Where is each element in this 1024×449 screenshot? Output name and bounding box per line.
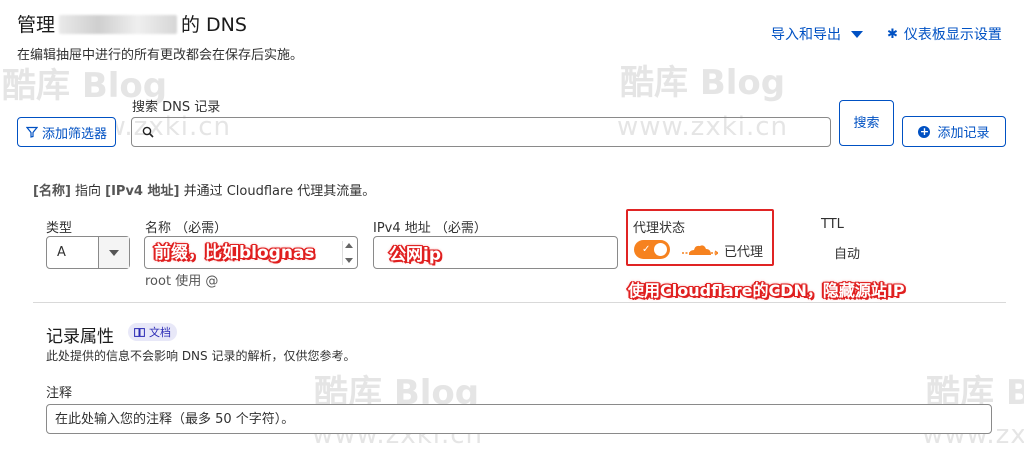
type-label: 类型 [46,221,73,236]
caret-up-icon [344,243,353,248]
ipv4-tag: [IPv4 地址] [105,184,180,199]
summary-text-2: 并通过 Cloudflare 代理其流量。 [179,184,376,199]
type-dropdown-toggle[interactable] [98,237,129,268]
proxy-status-value: 已代理 [724,245,764,260]
annotation-prefix: 前缀，比如blognas [154,243,315,263]
type-select[interactable]: A [46,236,130,269]
add-filter-button[interactable]: 添加筛选器 [17,117,116,147]
proxy-toggle[interactable]: ✓ [634,240,670,259]
search-field[interactable] [131,117,831,147]
import-export-label: 导入和导出 [771,27,841,43]
gear-icon: ✱ [887,26,898,42]
record-attributes-title: 记录属性 [46,327,114,347]
check-icon: ✓ [642,244,651,255]
filter-icon [25,126,38,138]
watermark-brand: 酷库 Blog [620,63,786,103]
caret-down-icon [109,249,119,256]
caret-down-icon [344,258,353,263]
name-hint: root 使用 @ [145,274,219,289]
redacted-domain [59,15,178,34]
search-button[interactable]: 搜索 [839,100,894,146]
import-export-button[interactable]: 导入和导出 [771,24,863,44]
plus-icon: + [918,124,931,138]
cloud-icon [682,245,718,256]
page-title-prefix: 管理 [17,14,56,36]
page-subtitle: 在编辑抽屉中进行的所有更改都会在保存后实施。 [17,48,304,63]
book-icon [134,327,145,337]
record-attributes-description: 此处提供的信息不会影响 DNS 记录的解析，仅供您参考。 [46,349,356,363]
name-tag: [名称] [33,184,71,199]
name-stepper[interactable] [342,241,354,265]
add-record-button[interactable]: + 添加记录 [902,116,1006,147]
add-record-label: 添加记录 [937,126,990,141]
page-title-suffix: 的 DNS [181,14,247,36]
search-icon [142,126,154,138]
dashboard-settings-button[interactable]: ✱ 仪表板显示设置 [887,24,1002,44]
annotation-cdn: 使用Cloudflare的CDN，隐藏源站IP [628,281,905,300]
name-label: 名称 （必需） [145,221,228,236]
type-value: A [57,245,66,260]
docs-link-label: 文档 [149,326,171,339]
ttl-value[interactable]: 自动 [834,243,860,262]
ttl-label: TTL [821,217,844,232]
record-summary: [名称] 指向 [IPv4 地址] 并通过 Cloudflare 代理其流量。 [33,180,375,199]
ipv4-label: IPv4 地址 （必需） [373,221,487,236]
annotation-public-ip: 公网ip [389,245,441,265]
add-filter-label: 添加筛选器 [41,126,107,142]
caret-down-icon [851,30,863,38]
toggle-knob [654,243,667,256]
section-divider [33,302,1006,303]
page-title: 管理 的 DNS [17,10,247,37]
search-label: 搜索 DNS 记录 [132,100,221,115]
comment-label: 注释 [46,386,73,401]
docs-link[interactable]: 文档 [128,323,177,341]
summary-text-1: 指向 [70,184,106,199]
comment-input[interactable] [46,404,992,434]
search-input[interactable] [160,124,830,140]
dashboard-settings-label: 仪表板显示设置 [903,27,1002,43]
